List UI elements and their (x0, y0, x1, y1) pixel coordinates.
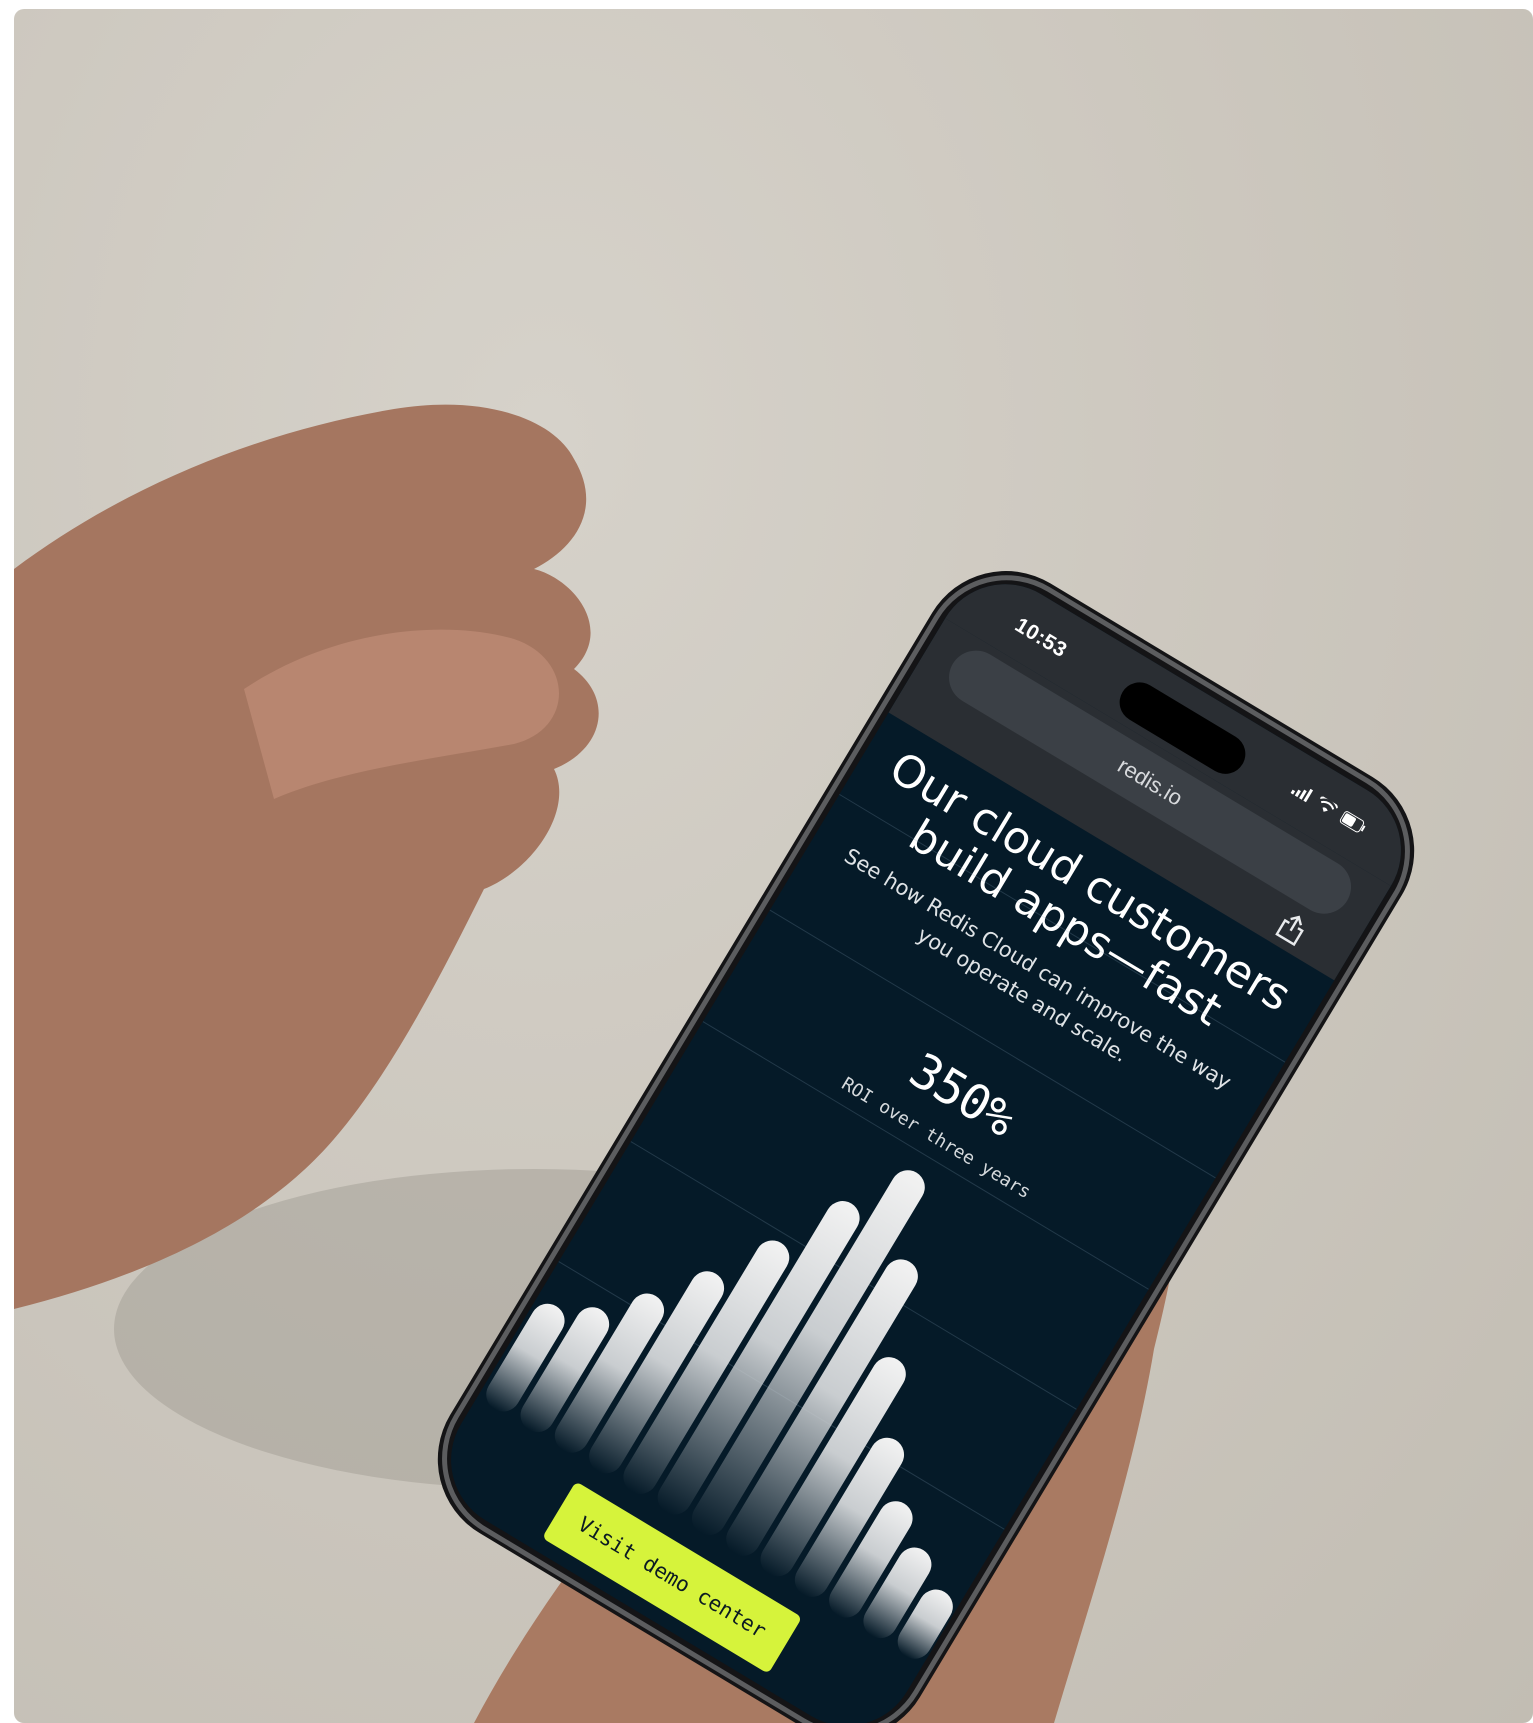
share-icon[interactable] (1273, 909, 1311, 948)
signal-icon (1290, 788, 1314, 803)
status-time: 10:53 (1010, 613, 1071, 663)
wifi-icon (1319, 796, 1339, 812)
status-icons (1290, 781, 1367, 835)
photo-card: 10:53 redis.io Our cloud customers build… (14, 9, 1533, 1723)
battery-icon (1339, 811, 1366, 833)
